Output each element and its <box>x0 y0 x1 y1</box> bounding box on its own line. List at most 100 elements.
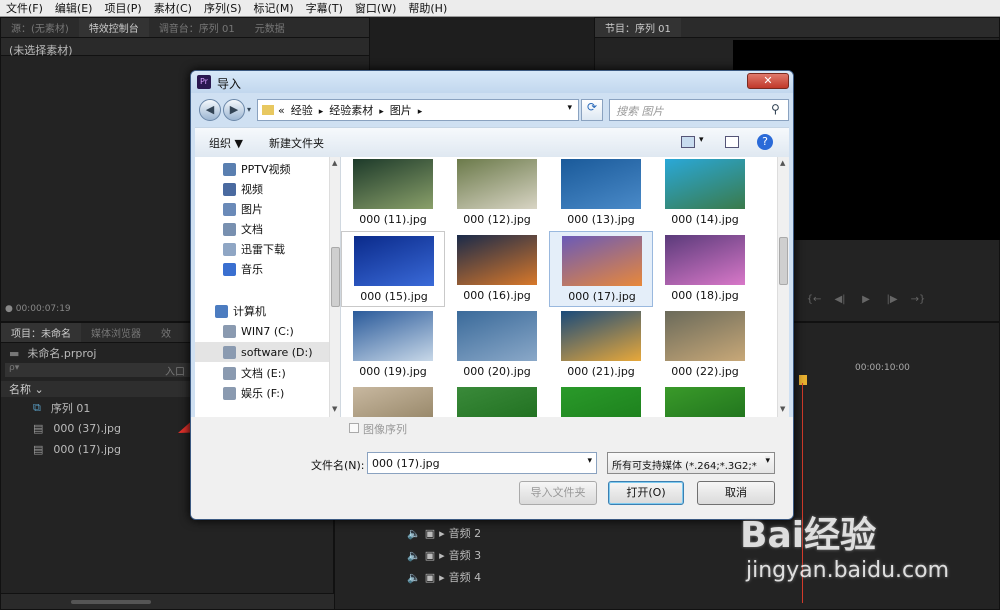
recent-pages-chevron-icon[interactable]: ▾ <box>247 105 251 114</box>
image-preview <box>457 387 537 417</box>
grid-scroll-thumb[interactable] <box>779 237 788 285</box>
file-thumbnail[interactable]: 000 (14).jpg <box>653 157 757 231</box>
navigation-pane: PPTV视频视频图片文档 迅雷下载 音乐计算机 WIN7 (C:) software (… <box>195 157 341 417</box>
breadcrumb-item[interactable]: 经验 <box>291 104 313 117</box>
back-button[interactable]: ◀ <box>199 99 221 121</box>
image-preview <box>665 387 745 417</box>
filename-value: 000 (17).jpg <box>372 457 440 470</box>
image-preview <box>353 311 433 361</box>
image-preview <box>665 235 745 285</box>
image-preview <box>561 159 641 209</box>
nav-item-8[interactable]: software (D:) <box>195 342 335 362</box>
file-thumbnail[interactable]: 000 (18).jpg <box>653 231 757 307</box>
music-library-icon <box>223 262 236 276</box>
file-thumbnail[interactable]: 000 (22).jpg <box>653 307 757 383</box>
file-thumbnail[interactable] <box>549 383 653 417</box>
dialog-titlebar[interactable]: Pr 导入 ✕ <box>191 71 793 93</box>
close-button[interactable]: ✕ <box>747 73 789 89</box>
filename-input[interactable]: 000 (17).jpg ▾ <box>367 452 597 474</box>
nav-item-7[interactable]: WIN7 (C:) <box>195 321 335 341</box>
file-thumbnail[interactable]: 000 (21).jpg <box>549 307 653 383</box>
image-preview <box>457 235 537 285</box>
file-thumbnail[interactable]: 000 (15).jpg <box>341 231 445 307</box>
search-input[interactable]: 搜索 图片 <box>609 99 789 121</box>
nav-item-label: 图片 <box>241 203 263 216</box>
file-thumbnail[interactable] <box>653 383 757 417</box>
open-button[interactable]: 打开(O) <box>608 481 684 505</box>
scroll-up-icon[interactable]: ▲ <box>332 159 337 167</box>
nav-item-label: PPTV视频 <box>241 163 291 176</box>
refresh-button[interactable]: ⟳ <box>581 99 603 121</box>
filename-dropdown-icon[interactable]: ▾ <box>587 456 592 466</box>
file-thumbnail[interactable]: 000 (16).jpg <box>445 231 549 307</box>
file-name: 000 (16).jpg <box>463 289 531 302</box>
nav-scroll-thumb[interactable] <box>331 247 340 307</box>
watermark-brand: Bai经验 <box>740 515 877 556</box>
file-type-filter[interactable]: 所有可支持媒体 (*.264;*.3G2;* ▾ <box>607 452 775 474</box>
drive-icon <box>223 366 236 380</box>
computer-icon <box>215 304 228 318</box>
grid-scrollbar[interactable]: ▲ ▼ <box>777 157 789 417</box>
drive-icon <box>223 324 236 338</box>
preview-pane-icon[interactable] <box>725 136 739 148</box>
image-sequence-checkbox[interactable] <box>349 423 359 433</box>
address-dropdown-icon[interactable]: ▾ <box>567 103 572 113</box>
nav-scrollbar[interactable]: ▲ ▼ <box>329 157 340 417</box>
file-thumbnail[interactable]: 000 (11).jpg <box>341 157 445 231</box>
scroll-down-icon[interactable]: ▼ <box>780 405 785 413</box>
breadcrumb-item[interactable]: 图片 <box>390 104 412 117</box>
new-folder-button[interactable]: 新建文件夹 <box>269 135 324 151</box>
file-thumbnail[interactable]: 000 (13).jpg <box>549 157 653 231</box>
image-preview <box>353 387 433 417</box>
nav-item-1[interactable]: 视频 <box>195 179 335 199</box>
file-thumbnail[interactable] <box>445 383 549 417</box>
view-dropdown-icon[interactable]: ▾ <box>699 135 704 145</box>
file-thumbnail[interactable]: 000 (17).jpg <box>549 231 653 307</box>
breadcrumb: « 经验 ▸ 经验素材 ▸ 图片 ▸ <box>278 102 428 118</box>
image-preview <box>665 311 745 361</box>
file-thumbnail[interactable] <box>341 383 445 417</box>
image-preview <box>665 159 745 209</box>
chevron-right-icon[interactable]: ▸ <box>319 107 324 117</box>
baidu-watermark: Bai经验 jingyan.baidu.com <box>740 500 990 608</box>
nav-item-2[interactable]: 图片 <box>195 199 335 219</box>
file-thumbnail[interactable]: 000 (20).jpg <box>445 307 549 383</box>
file-name: 000 (14).jpg <box>671 213 739 226</box>
file-name: 000 (21).jpg <box>567 365 635 378</box>
folder-icon <box>262 105 274 115</box>
file-name: 000 (15).jpg <box>360 290 428 303</box>
watermark-url: jingyan.baidu.com <box>746 558 950 583</box>
organize-button[interactable]: 组织 ▼ <box>209 135 243 151</box>
nav-item-9[interactable]: 文档 (E:) <box>195 363 335 383</box>
chevron-right-icon[interactable]: ▸ <box>418 107 423 117</box>
file-thumbnail[interactable]: 000 (12).jpg <box>445 157 549 231</box>
nav-item-5[interactable]: 音乐 <box>195 259 335 279</box>
nav-item-6[interactable]: 计算机 <box>195 301 335 321</box>
nav-item-4[interactable]: 迅雷下载 <box>195 239 335 259</box>
import-folder-button[interactable]: 导入文件夹 <box>519 481 597 505</box>
nav-item-label: software (D:) <box>241 345 313 359</box>
premiere-app-icon: Pr <box>197 75 211 89</box>
file-name: 000 (19).jpg <box>359 365 427 378</box>
import-dialog: Pr 导入 ✕ ◀ ▶ ▾ « 经验 ▸ 经验素材 ▸ 图片 ▸ ▾ ⟳ 搜索 图片 ⚲ 组… <box>190 70 794 520</box>
scroll-down-icon[interactable]: ▼ <box>332 405 337 413</box>
filename-label: 文件名(N): <box>311 459 365 472</box>
address-bar[interactable]: « 经验 ▸ 经验素材 ▸ 图片 ▸ ▾ <box>257 99 579 121</box>
file-thumbnail[interactable]: 000 (19).jpg <box>341 307 445 383</box>
nav-item-10[interactable]: 娱乐 (F:) <box>195 383 335 403</box>
file-name: 000 (18).jpg <box>671 289 739 302</box>
search-icon[interactable]: ⚲ <box>771 102 780 116</box>
nav-item-label: WIN7 (C:) <box>241 324 294 338</box>
image-preview <box>354 236 434 286</box>
chevron-right-icon[interactable]: ▸ <box>379 107 384 117</box>
nav-item-0[interactable]: PPTV视频 <box>195 159 335 179</box>
breadcrumb-item[interactable]: 经验素材 <box>329 104 373 117</box>
scroll-up-icon[interactable]: ▲ <box>780 159 785 167</box>
view-icon[interactable] <box>681 136 695 148</box>
forward-button[interactable]: ▶ <box>223 99 245 121</box>
filter-dropdown-icon[interactable]: ▾ <box>765 456 770 466</box>
nav-item-label: 文档 (E:) <box>241 367 286 380</box>
nav-item-label: 计算机 <box>233 305 266 318</box>
help-icon[interactable]: ? <box>757 134 773 150</box>
nav-item-3[interactable]: 文档 <box>195 219 335 239</box>
